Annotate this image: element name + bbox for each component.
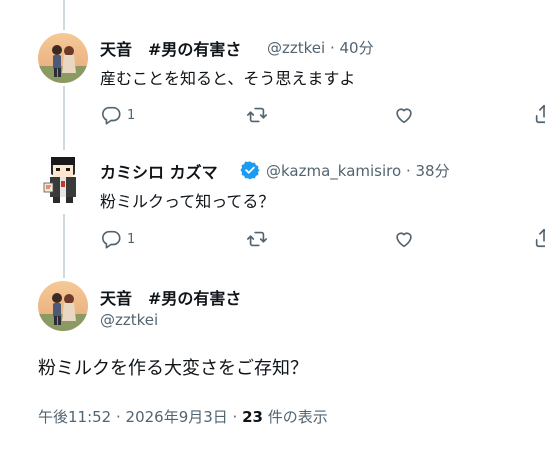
- separator: ·: [401, 162, 416, 180]
- reply-count: 1: [127, 231, 136, 247]
- reply-count: 1: [127, 107, 136, 123]
- verified-badge-icon: [240, 160, 260, 184]
- tweet-meta: @zztkei · 40分: [267, 37, 374, 58]
- share-button[interactable]: [533, 102, 545, 126]
- tweet-text: 産むことを知ると、そう思えますよ: [100, 69, 356, 88]
- tweet-time[interactable]: 38分: [416, 162, 450, 180]
- like-button[interactable]: [393, 228, 415, 250]
- tweet-footer: 午後11:52 · 2026年9月3日 · 23 件の表示: [38, 406, 328, 427]
- avatar[interactable]: [38, 281, 88, 331]
- retweet-button[interactable]: [245, 228, 269, 250]
- thread-line-1: [63, 86, 65, 150]
- handle[interactable]: @zztkei: [100, 311, 158, 329]
- display-name[interactable]: 天音 #男の有害さ: [100, 285, 241, 309]
- handle[interactable]: @zztkei: [267, 39, 325, 57]
- views-count: 23: [242, 408, 263, 426]
- reply-button[interactable]: 1: [100, 228, 135, 250]
- share-button[interactable]: [533, 226, 545, 250]
- tweet-time[interactable]: 40分: [340, 39, 374, 57]
- tweet-timestamp[interactable]: 午後11:52 · 2026年9月3日 ·: [38, 408, 242, 426]
- separator: ·: [325, 39, 340, 57]
- like-button[interactable]: [393, 104, 415, 126]
- reply-button[interactable]: 1: [100, 104, 135, 126]
- reply-icon: [100, 228, 122, 250]
- retweet-button[interactable]: [245, 104, 269, 126]
- heart-icon: [393, 104, 415, 126]
- display-name[interactable]: 天音 #男の有害さ: [100, 36, 241, 60]
- tweet-meta: @kazma_kamisiro · 38分: [266, 160, 450, 181]
- share-icon: [533, 102, 545, 126]
- display-name[interactable]: カミシロ カズマ: [100, 159, 218, 183]
- retweet-icon: [245, 228, 269, 250]
- thread-line-top: [63, 0, 65, 30]
- thread-line-2: [63, 214, 65, 278]
- share-icon: [533, 226, 545, 250]
- main-tweet-text: 粉ミルクを作る大変さをご存知？: [38, 358, 308, 379]
- avatar[interactable]: [38, 33, 88, 83]
- handle[interactable]: @kazma_kamisiro: [266, 162, 401, 180]
- views-label[interactable]: 件の表示: [263, 408, 328, 426]
- tweet-text: 粉ミルクって知ってる？: [100, 192, 275, 211]
- retweet-icon: [245, 104, 269, 126]
- heart-icon: [393, 228, 415, 250]
- reply-icon: [100, 104, 122, 126]
- avatar[interactable]: [38, 155, 88, 205]
